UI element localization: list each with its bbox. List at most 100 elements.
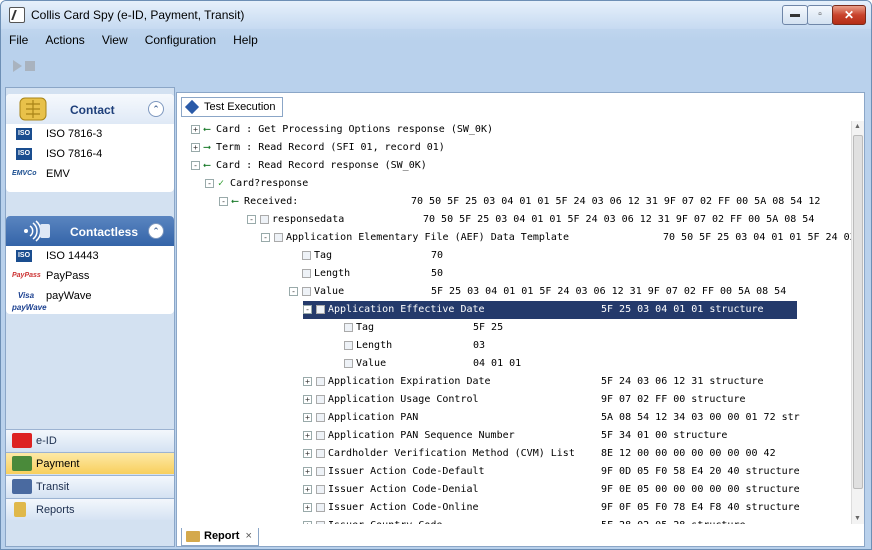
receive-arrow-icon: ⟵ — [204, 124, 217, 135]
collapse-icon[interactable]: - — [303, 304, 312, 314]
tree-row[interactable]: + ⟶ Term : Read Record (SFI 01, record 01… — [191, 139, 445, 157]
window-title: Collis Card Spy (e-ID, Payment, Transit) — [31, 8, 245, 22]
expand-icon[interactable]: + — [303, 484, 312, 494]
tree-row[interactable]: + Issuer Action Code-Denial 9F 0E 05 00 00… — [303, 481, 800, 499]
scroll-down-icon[interactable]: ▼ — [854, 515, 861, 522]
collapse-icon[interactable]: - — [247, 214, 256, 224]
expand-icon[interactable]: + — [303, 448, 312, 458]
tree-row[interactable]: Length 03 — [331, 337, 485, 355]
expand-icon[interactable]: + — [191, 124, 200, 134]
tree-row[interactable]: - Application Elementary File (AEF) Data … — [261, 229, 851, 247]
data-node-icon — [344, 322, 353, 332]
tree-row-label: Application Effective Date — [328, 304, 485, 315]
tree-row[interactable]: + Issuer Action Code-Online 9F 0F 05 F0 78… — [303, 499, 800, 517]
data-node-icon — [302, 250, 311, 260]
tree-row-value: 9F 0D 05 F0 58 E4 20 40 structure — [601, 466, 800, 477]
tree-row[interactable]: - responsedata 70 50 5F 25 03 04 01 01 5F … — [247, 211, 814, 229]
scroll-up-icon[interactable]: ▲ — [854, 123, 861, 130]
menu-view[interactable]: View — [100, 31, 130, 49]
data-node-icon — [316, 484, 325, 494]
sidebar-item-iso7816-4[interactable]: ISO ISO 7816-4 — [6, 144, 174, 164]
expand-icon[interactable]: + — [303, 376, 312, 386]
collapse-icon[interactable]: - — [219, 196, 228, 206]
play-icon[interactable] — [13, 60, 22, 72]
tree-row-label: Issuer Action Code-Denial — [328, 484, 479, 495]
tree-row-label: Card : Get Processing Options response (… — [216, 124, 493, 135]
tree-row-value: 5F 24 03 06 12 31 structure — [601, 376, 764, 387]
data-node-icon — [302, 268, 311, 278]
iso-icon: ISO — [16, 128, 32, 140]
tab-report[interactable]: Report × — [181, 528, 259, 546]
tree-row[interactable]: - Value 5F 25 03 04 01 01 5F 24 03 06 12 3… — [289, 283, 786, 301]
expand-icon[interactable]: + — [303, 466, 312, 476]
expand-icon[interactable]: + — [303, 412, 312, 422]
tree-row[interactable]: - ⟵ Card : Read Record response (SW_0K) — [191, 157, 427, 175]
collapse-icon[interactable]: - — [191, 160, 200, 170]
main-panel: Test Execution + ⟵ Card : Get Processing … — [176, 92, 865, 547]
sidebar-item-iso7816-3[interactable]: ISO ISO 7816-3 — [6, 124, 174, 144]
nav-item-eid[interactable]: e-ID — [6, 429, 174, 451]
tree-row[interactable]: + Application Usage Control 9F 07 02 FF 00… — [303, 391, 746, 409]
expand-icon[interactable]: + — [303, 502, 312, 512]
tree-row[interactable]: + Issuer Country Code 5F 28 02 05 28 struc… — [303, 517, 746, 524]
nav-item-payment[interactable]: Payment — [6, 452, 174, 474]
maximize-button[interactable]: ▫ — [807, 5, 833, 25]
smartcard-chip-icon — [14, 96, 52, 122]
tree-row[interactable]: Tag 70 — [289, 247, 443, 265]
sidebar-item-emv[interactable]: EMVCo EMV — [6, 164, 174, 184]
tab-test-execution[interactable]: Test Execution — [181, 97, 283, 117]
eid-icon — [12, 433, 32, 448]
minimize-button[interactable]: ▬ — [782, 5, 808, 25]
expand-icon[interactable]: + — [303, 394, 312, 404]
expand-icon[interactable]: + — [303, 430, 312, 440]
title-bar[interactable]: Collis Card Spy (e-ID, Payment, Transit)… — [1, 1, 871, 29]
data-node-icon — [302, 286, 311, 296]
paypass-icon: PayPass — [12, 272, 41, 279]
tree-row[interactable]: + Application PAN Sequence Number 5F 34 01… — [303, 427, 727, 445]
sidebar-item-paywave[interactable]: Visa payWave payWave — [6, 286, 174, 312]
sidebar-item-iso14443[interactable]: ISO ISO 14443 — [6, 246, 174, 266]
tree-row[interactable]: + Application PAN 5A 08 54 12 34 03 00 00 … — [303, 409, 800, 427]
menu-file[interactable]: File — [7, 31, 30, 49]
check-icon: ✓ — [218, 178, 231, 189]
tree-row[interactable]: Tag 5F 25 — [331, 319, 503, 337]
close-tab-icon[interactable]: × — [245, 530, 251, 542]
stop-icon[interactable] — [25, 61, 35, 71]
sidebar-item-paypass[interactable]: PayPass PayPass — [6, 266, 174, 286]
vertical-scrollbar[interactable]: ▲ ▼ — [851, 121, 864, 524]
chevron-up-icon[interactable]: ⌃ — [148, 223, 164, 239]
nav-item-reports[interactable]: Reports — [6, 498, 174, 520]
tree-row[interactable]: + Application Expiration Date 5F 24 03 06 … — [303, 373, 764, 391]
contact-group-header[interactable]: Contact ⌃ — [6, 94, 174, 124]
tree-row[interactable]: - ⟵ Received: 70 50 5F 25 03 04 01 01 5F 2… — [219, 193, 820, 211]
nav-item-transit[interactable]: Transit — [6, 475, 174, 497]
expand-icon[interactable]: + — [191, 142, 200, 152]
tree-row[interactable]: Value 04 01 01 — [331, 355, 521, 373]
collapse-icon[interactable]: - — [205, 178, 214, 188]
contactless-group-header[interactable]: Contactless ⌃ — [6, 216, 174, 246]
collapse-icon[interactable]: - — [289, 286, 298, 296]
menu-configuration[interactable]: Configuration — [143, 31, 218, 49]
expand-icon[interactable]: + — [303, 520, 312, 524]
chevron-up-icon[interactable]: ⌃ — [148, 101, 164, 117]
scrollbar-thumb[interactable] — [853, 135, 863, 489]
collapse-icon[interactable]: - — [261, 232, 270, 242]
tree-row-value: 5F 25 — [473, 322, 504, 333]
tree-row[interactable]: + Issuer Action Code-Default 9F 0D 05 F0 5… — [303, 463, 800, 481]
tree-row-value: 04 01 01 — [473, 358, 522, 369]
tree-row[interactable]: - Application Effective Date 5F 25 03 04 0… — [303, 301, 797, 319]
tree-row[interactable]: + ⟵ Card : Get Processing Options respons… — [191, 121, 493, 139]
apdu-tree[interactable]: + ⟵ Card : Get Processing Options respons… — [191, 121, 851, 524]
close-button[interactable]: ✕ — [832, 5, 866, 25]
tree-row[interactable]: - ✓ Card?response — [205, 175, 308, 193]
data-node-icon — [316, 376, 325, 386]
menu-help[interactable]: Help — [231, 31, 260, 49]
tree-row-label: Length — [356, 340, 393, 351]
tree-row-value: 9F 07 02 FF 00 structure — [601, 394, 746, 405]
data-node-icon — [316, 430, 325, 440]
tree-row-label: Issuer Action Code-Default — [328, 466, 485, 477]
tree-row[interactable]: Length 50 — [289, 265, 443, 283]
tree-row[interactable]: + Cardholder Verification Method (CVM) Li… — [303, 445, 776, 463]
tree-row-value: 5F 25 03 04 01 01 structure — [601, 304, 764, 315]
menu-actions[interactable]: Actions — [43, 31, 86, 49]
